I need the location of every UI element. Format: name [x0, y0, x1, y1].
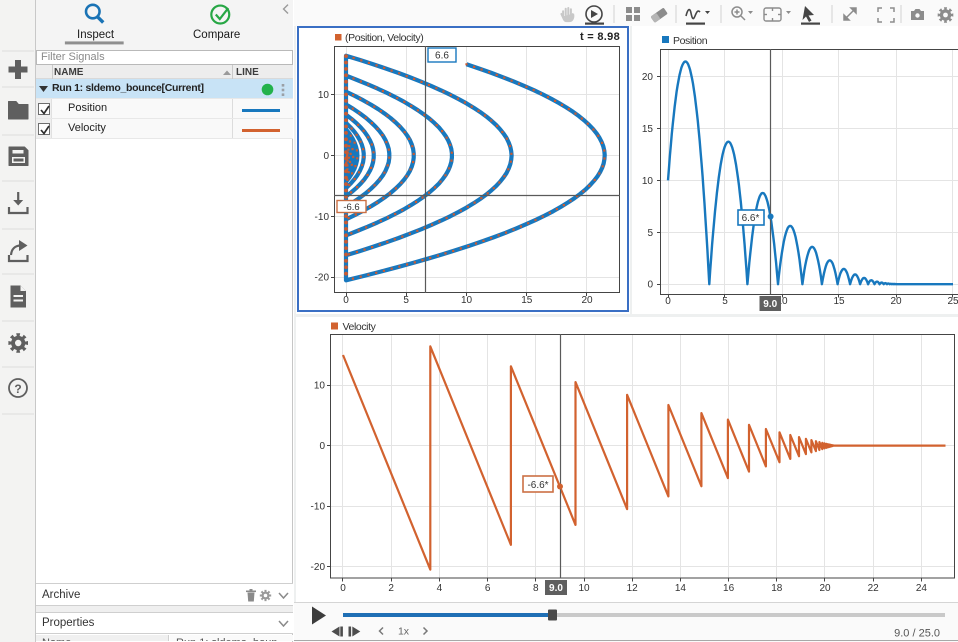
svg-text:-20: -20: [311, 562, 326, 573]
svg-text:-10: -10: [315, 212, 330, 223]
svg-text:10: 10: [318, 90, 330, 101]
svg-text:6: 6: [485, 583, 491, 594]
svg-text:0: 0: [340, 583, 346, 594]
svg-text:2: 2: [388, 583, 394, 594]
svg-text:5: 5: [722, 296, 728, 307]
svg-text:22: 22: [868, 583, 880, 594]
svg-text:8: 8: [533, 583, 539, 594]
svg-text:9.0: 9.0: [763, 299, 777, 310]
svg-text:15: 15: [521, 295, 533, 306]
svg-text:16: 16: [723, 583, 735, 594]
svg-text:6.6: 6.6: [435, 51, 449, 62]
svg-text:20: 20: [890, 296, 902, 307]
svg-text:Position: Position: [673, 35, 708, 47]
svg-text:5: 5: [647, 228, 653, 239]
svg-text:24: 24: [916, 583, 928, 594]
svg-text:Velocity: Velocity: [343, 321, 377, 333]
svg-text:12: 12: [627, 583, 639, 594]
svg-text:-6.6*: -6.6*: [527, 480, 548, 491]
svg-text:9.0: 9.0: [549, 583, 563, 594]
svg-text:-10: -10: [311, 502, 326, 513]
svg-text:5: 5: [403, 295, 409, 306]
svg-text:14: 14: [675, 583, 687, 594]
svg-text:?: ?: [14, 382, 21, 396]
svg-text:-6.6: -6.6: [343, 202, 359, 213]
svg-text:0: 0: [647, 280, 653, 291]
svg-text:15: 15: [642, 124, 654, 135]
svg-text:10: 10: [642, 176, 654, 187]
svg-text:15: 15: [833, 296, 845, 307]
svg-text:18: 18: [771, 583, 783, 594]
svg-text:0: 0: [665, 296, 671, 307]
svg-text:(Position, Velocity): (Position, Velocity): [345, 32, 423, 44]
svg-text:20: 20: [819, 583, 831, 594]
svg-text:10: 10: [578, 583, 590, 594]
svg-text:0: 0: [343, 295, 349, 306]
svg-text:10: 10: [314, 381, 326, 392]
svg-text:6.6*: 6.6*: [742, 213, 760, 224]
svg-text:20: 20: [581, 295, 593, 306]
svg-text:0: 0: [323, 151, 329, 162]
svg-text:1x: 1x: [398, 626, 410, 638]
svg-text:4: 4: [437, 583, 443, 594]
svg-text:25: 25: [947, 296, 958, 307]
svg-text:-20: -20: [315, 273, 330, 284]
svg-text:t = 8.98: t = 8.98: [580, 31, 620, 43]
svg-text:9.0 / 25.0: 9.0 / 25.0: [894, 628, 940, 640]
svg-text:20: 20: [642, 72, 654, 83]
svg-text:10: 10: [461, 295, 473, 306]
svg-text:0: 0: [319, 441, 325, 452]
